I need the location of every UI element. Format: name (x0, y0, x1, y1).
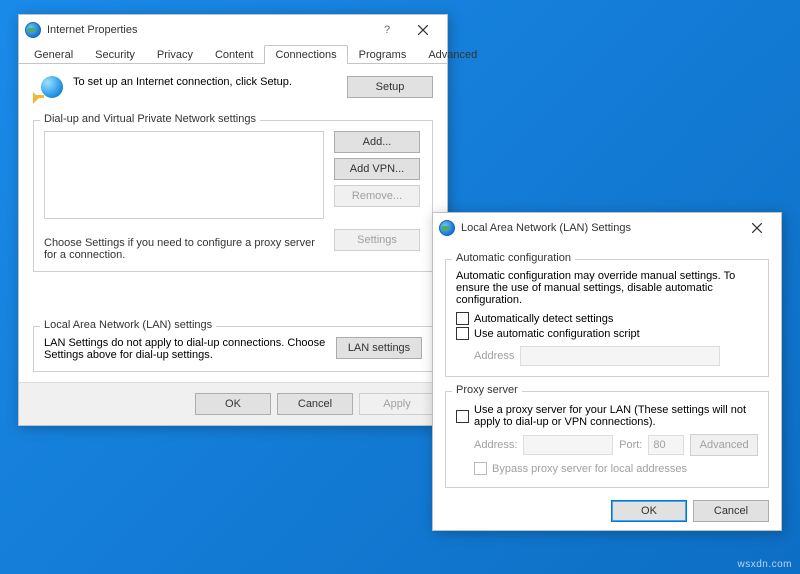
auto-script-checkbox[interactable]: Use automatic configuration script (456, 327, 758, 340)
tab-general[interactable]: General (23, 45, 84, 64)
dialog-buttons: OK Cancel Apply (19, 382, 447, 425)
auto-config-desc: Automatic configuration may override man… (456, 270, 758, 306)
lan-content: Automatic configuration Automatic config… (433, 243, 781, 530)
auto-detect-label: Automatically detect settings (474, 313, 613, 325)
proxy-address-input[interactable] (523, 435, 613, 455)
internet-icon (439, 220, 455, 236)
lan-legend: Local Area Network (LAN) settings (40, 319, 216, 331)
tab-advanced[interactable]: Advanced (417, 45, 488, 64)
tab-privacy[interactable]: Privacy (146, 45, 204, 64)
port-input[interactable]: 80 (648, 435, 684, 455)
cancel-button[interactable]: Cancel (277, 393, 353, 415)
address-label: Address (474, 350, 514, 362)
settings-button[interactable]: Settings (334, 229, 420, 251)
ok-button[interactable]: OK (611, 500, 687, 522)
tab-strip: General Security Privacy Content Connect… (19, 45, 447, 64)
proxy-groupbox: Proxy server Use a proxy server for your… (445, 391, 769, 488)
tab-programs[interactable]: Programs (348, 45, 418, 64)
checkbox-box (456, 410, 469, 423)
cancel-button[interactable]: Cancel (693, 500, 769, 522)
help-button[interactable]: ? (369, 16, 405, 44)
setup-text: To set up an Internet connection, click … (73, 76, 337, 88)
setup-button[interactable]: Setup (347, 76, 433, 98)
bypass-label: Bypass proxy server for local addresses (492, 463, 687, 475)
auto-config-legend: Automatic configuration (452, 252, 575, 264)
advanced-button[interactable]: Advanced (690, 434, 758, 456)
globe-icon (33, 76, 63, 106)
window-title: Local Area Network (LAN) Settings (461, 222, 631, 234)
checkbox-box (474, 462, 487, 475)
add-button[interactable]: Add... (334, 131, 420, 153)
lan-settings-window: Local Area Network (LAN) Settings Automa… (432, 212, 782, 531)
script-address-input[interactable] (520, 346, 720, 366)
proxy-legend: Proxy server (452, 384, 522, 396)
dialog-buttons: OK Cancel (445, 500, 769, 522)
internet-icon (25, 22, 41, 38)
titlebar[interactable]: Internet Properties ? (19, 15, 447, 45)
lan-settings-button[interactable]: LAN settings (336, 337, 422, 359)
tab-security[interactable]: Security (84, 45, 146, 64)
internet-properties-window: Internet Properties ? General Security P… (18, 14, 448, 426)
lan-hint: LAN Settings do not apply to dial-up con… (44, 337, 326, 361)
close-icon (752, 223, 762, 233)
auto-config-groupbox: Automatic configuration Automatic config… (445, 259, 769, 377)
auto-detect-checkbox[interactable]: Automatically detect settings (456, 312, 758, 325)
tab-content[interactable]: Content (204, 45, 265, 64)
ok-button[interactable]: OK (195, 393, 271, 415)
auto-script-label: Use automatic configuration script (474, 328, 640, 340)
lan-groupbox: Local Area Network (LAN) settings LAN Se… (33, 326, 433, 372)
checkbox-box (456, 312, 469, 325)
dialup-groupbox: Dial-up and Virtual Private Network sett… (33, 120, 433, 272)
script-address-row: Address (474, 346, 758, 366)
connections-listbox[interactable] (44, 131, 324, 219)
proxy-address-row: Address: Port: 80 Advanced (474, 434, 758, 456)
use-proxy-checkbox[interactable]: Use a proxy server for your LAN (These s… (456, 404, 758, 428)
port-label: Port: (619, 439, 642, 451)
remove-button[interactable]: Remove... (334, 185, 420, 207)
bypass-checkbox[interactable]: Bypass proxy server for local addresses (474, 462, 758, 475)
titlebar[interactable]: Local Area Network (LAN) Settings (433, 213, 781, 243)
watermark: wsxdn.com (737, 559, 792, 570)
close-icon (418, 25, 428, 35)
window-title: Internet Properties (47, 24, 138, 36)
close-button[interactable] (405, 16, 441, 44)
use-proxy-label: Use a proxy server for your LAN (These s… (474, 404, 758, 428)
tab-panel: To set up an Internet connection, click … (19, 64, 447, 382)
apply-button[interactable]: Apply (359, 393, 435, 415)
close-button[interactable] (739, 214, 775, 242)
dialup-hint: Choose Settings if you need to configure… (44, 237, 324, 261)
add-vpn-button[interactable]: Add VPN... (334, 158, 420, 180)
proxy-address-label: Address: (474, 439, 517, 451)
checkbox-box (456, 327, 469, 340)
tab-connections[interactable]: Connections (264, 45, 347, 64)
dialup-legend: Dial-up and Virtual Private Network sett… (40, 113, 260, 125)
